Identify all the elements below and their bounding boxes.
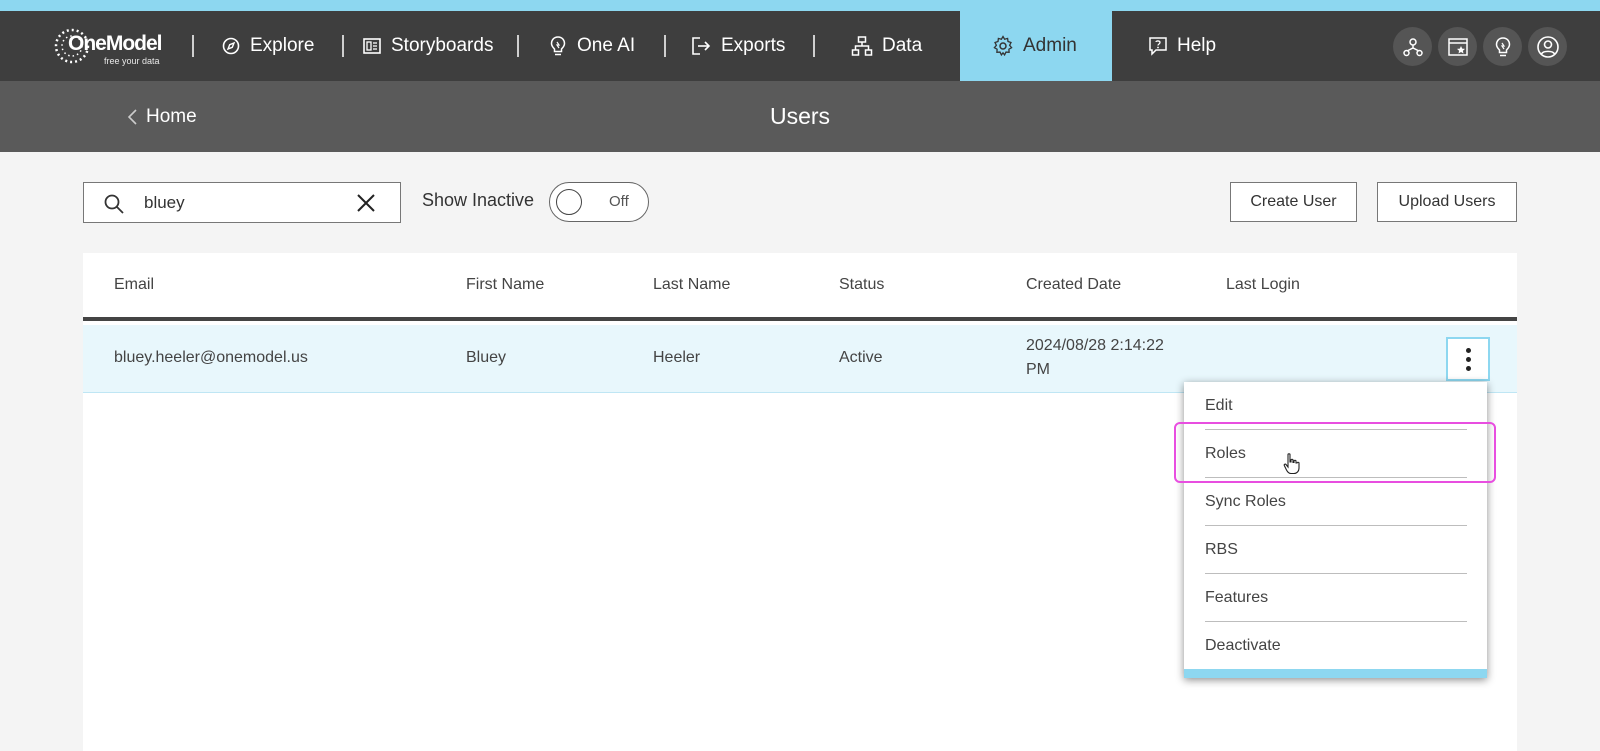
search-icon bbox=[104, 194, 124, 214]
nav-data-label: Data bbox=[882, 35, 923, 56]
nav-divider bbox=[813, 35, 815, 57]
column-header-created-date[interactable]: Created Date bbox=[1026, 276, 1121, 294]
column-header-last-login[interactable]: Last Login bbox=[1226, 276, 1300, 294]
dashboard-star-icon bbox=[1447, 37, 1468, 56]
nav-one-ai-label: One AI bbox=[577, 35, 636, 56]
page-subheader: Users Home bbox=[0, 81, 1600, 152]
nav-divider bbox=[664, 35, 666, 57]
user-account-button[interactable] bbox=[1528, 27, 1567, 66]
hierarchy-icon bbox=[851, 36, 873, 56]
nav-one-ai[interactable]: One AI bbox=[548, 11, 635, 81]
top-navbar: OneModel free your data Explore Storyboa… bbox=[0, 11, 1600, 81]
cell-status: Active bbox=[839, 349, 883, 366]
nav-data[interactable]: Data bbox=[851, 11, 922, 81]
cell-created-date-line1: 2024/08/28 2:14:22 bbox=[1026, 337, 1164, 354]
insights-button[interactable] bbox=[1483, 27, 1522, 66]
export-icon bbox=[692, 37, 711, 55]
menu-item-deactivate[interactable]: Deactivate bbox=[1205, 622, 1467, 670]
user-account-icon bbox=[1536, 35, 1559, 58]
roles-highlight-outline bbox=[1174, 422, 1496, 483]
network-button[interactable] bbox=[1393, 27, 1432, 66]
dashboard-favorites-button[interactable] bbox=[1438, 27, 1477, 66]
help-chat-icon bbox=[1149, 37, 1167, 56]
nav-divider bbox=[517, 35, 519, 57]
gear-icon bbox=[993, 35, 1013, 57]
page-title: Users bbox=[769, 103, 831, 129]
menu-item-features[interactable]: Features bbox=[1205, 574, 1467, 622]
nav-explore-label: Explore bbox=[250, 35, 315, 56]
nav-explore[interactable]: Explore bbox=[221, 11, 314, 81]
nav-admin-label: Admin bbox=[1023, 35, 1077, 56]
show-inactive-label: Show Inactive bbox=[422, 190, 535, 210]
nav-admin[interactable]: Admin bbox=[992, 11, 1077, 81]
cell-created-date-line2: PM bbox=[1026, 361, 1050, 378]
top-accent-strip bbox=[0, 0, 1600, 11]
toggle-knob bbox=[556, 189, 582, 215]
cell-email: bluey.heeler@onemodel.us bbox=[114, 349, 308, 366]
lightbulb-icon bbox=[550, 36, 566, 56]
storyboard-icon bbox=[363, 38, 381, 54]
kebab-dot bbox=[1465, 347, 1471, 353]
logo-name: OneModel bbox=[68, 32, 163, 55]
show-inactive-toggle[interactable]: Off bbox=[549, 182, 649, 222]
menu-item-label: Edit bbox=[1205, 396, 1233, 414]
search-input[interactable] bbox=[144, 189, 344, 217]
logo-tagline: free your data bbox=[104, 56, 160, 66]
nav-help-label: Help bbox=[1177, 35, 1217, 56]
chevron-left-icon bbox=[127, 108, 137, 125]
hand-cursor-icon bbox=[1283, 453, 1300, 475]
menu-item-rbs[interactable]: RBS bbox=[1205, 526, 1467, 574]
nav-admin-active-bg: Admin bbox=[960, 11, 1112, 81]
column-header-email[interactable]: Email bbox=[114, 276, 154, 294]
menu-item-label: RBS bbox=[1205, 540, 1238, 558]
menu-item-label: Features bbox=[1205, 588, 1269, 606]
menu-item-label: Deactivate bbox=[1205, 637, 1281, 654]
upload-users-button[interactable]: Upload Users bbox=[1377, 182, 1517, 222]
nav-divider bbox=[192, 35, 194, 57]
compass-icon bbox=[222, 37, 240, 55]
table-header: Email First Name Last Name Status Create… bbox=[83, 253, 1517, 321]
kebab-dot bbox=[1465, 356, 1471, 362]
cell-last-name: Heeler bbox=[653, 349, 701, 366]
column-header-status[interactable]: Status bbox=[839, 276, 884, 294]
clear-search-icon[interactable] bbox=[354, 191, 378, 215]
cell-first-name: Bluey bbox=[466, 349, 507, 366]
nav-exports[interactable]: Exports bbox=[690, 11, 785, 81]
kebab-dot bbox=[1465, 365, 1471, 371]
toggle-state-label: Off bbox=[609, 193, 629, 210]
back-home-label: Home bbox=[146, 105, 197, 127]
row-actions-button[interactable] bbox=[1446, 337, 1490, 381]
menu-item-label: Sync Roles bbox=[1205, 492, 1286, 510]
create-user-button[interactable]: Create User bbox=[1230, 182, 1357, 222]
menu-item-sync-roles[interactable]: Sync Roles bbox=[1205, 478, 1467, 526]
menu-bottom-accent bbox=[1184, 669, 1487, 678]
nav-divider bbox=[342, 35, 344, 57]
nav-storyboards[interactable]: Storyboards bbox=[362, 11, 493, 81]
lightbulb-icon bbox=[1495, 36, 1510, 56]
search-box bbox=[83, 182, 401, 223]
nav-storyboards-label: Storyboards bbox=[391, 35, 494, 56]
back-home-link[interactable]: Home bbox=[126, 81, 197, 152]
nav-help[interactable]: Help bbox=[1148, 11, 1216, 81]
column-header-last-name[interactable]: Last Name bbox=[653, 276, 730, 294]
column-header-first-name[interactable]: First Name bbox=[466, 276, 544, 294]
onemodel-logo[interactable]: OneModel free your data bbox=[52, 23, 172, 69]
nav-exports-label: Exports bbox=[721, 35, 786, 56]
network-icon bbox=[1402, 37, 1423, 56]
